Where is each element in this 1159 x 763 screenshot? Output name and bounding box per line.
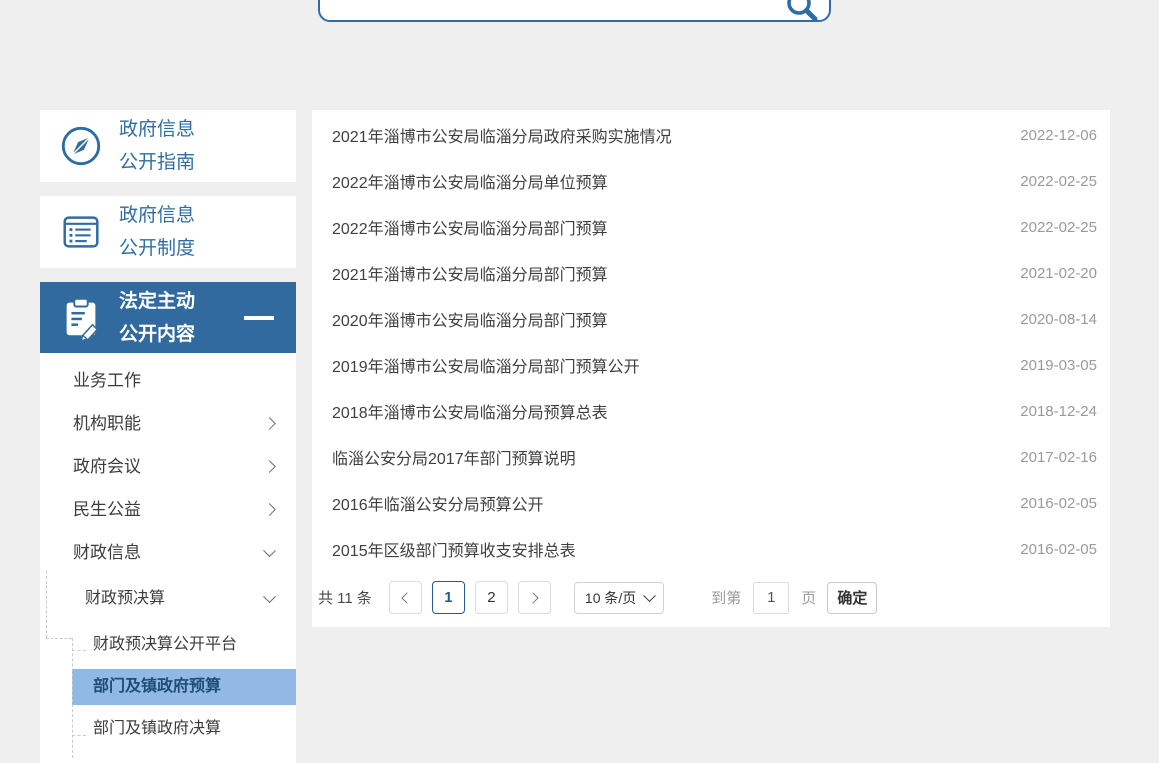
sidebar-item-budget-platform[interactable]: 财政预决算公开平台: [40, 624, 296, 666]
list-item[interactable]: 2016年临淄公安分局预算公开 2016-02-05: [312, 480, 1110, 526]
article-title[interactable]: 2022年淄博市公安局临淄分局部门预算: [332, 215, 608, 239]
page-button-2[interactable]: 2: [475, 581, 508, 614]
article-title[interactable]: 2016年临淄公安分局预算公开: [332, 491, 544, 515]
leaf-label: 部门及镇政府决算: [93, 720, 221, 737]
chevron-left-icon: [401, 592, 412, 603]
sidebar-menu: 业务工作 机构职能 政府会议 民生公益 财政信息 财政预决算 财政预决算公开平台…: [40, 353, 296, 763]
sidebar-item-dept-town-final[interactable]: 部门及镇政府决算: [40, 708, 296, 750]
list-item[interactable]: 2021年淄博市公安局临淄分局政府采购实施情况 2022-12-06: [312, 112, 1110, 158]
article-title[interactable]: 2018年淄博市公安局临淄分局预算总表: [332, 399, 608, 423]
list-item[interactable]: 2018年淄博市公安局临淄分局预算总表 2018-12-24: [312, 388, 1110, 434]
sidebar-card-guide[interactable]: 政府信息 公开指南: [40, 110, 296, 182]
menu-label: 财政信息: [73, 543, 141, 562]
ledger-icon: [58, 209, 104, 255]
article-title[interactable]: 2021年淄博市公安局临淄分局政府采购实施情况: [332, 123, 672, 147]
goto-page-group: 到第 页 确定: [711, 582, 877, 614]
article-date: 2017-02-16: [1020, 449, 1097, 466]
list-item[interactable]: 2022年淄博市公安局临淄分局单位预算 2022-02-25: [312, 158, 1110, 204]
sidebar-item-fiscal-budget-final[interactable]: 财政预决算: [40, 574, 296, 624]
article-date: 2020-08-14: [1020, 311, 1097, 328]
article-title[interactable]: 2022年淄博市公安局临淄分局单位预算: [332, 169, 608, 193]
sidebar-card-legal-disclosure[interactable]: 法定主动 公开内容: [40, 282, 296, 353]
clipboard-pencil-icon: [58, 295, 104, 341]
content-panel: 2021年淄博市公安局临淄分局政府采购实施情况 2022-12-06 2022年…: [312, 110, 1110, 627]
list-item[interactable]: 2019年淄博市公安局临淄分局部门预算公开 2019-03-05: [312, 342, 1110, 388]
sidebar-item-business-work[interactable]: 业务工作: [40, 359, 296, 402]
list-item[interactable]: 2022年淄博市公安局临淄分局部门预算 2022-02-25: [312, 204, 1110, 250]
goto-page-input[interactable]: [753, 582, 789, 614]
pagination-total: 共 11 条: [318, 587, 372, 608]
page-size-value: 10 条/页: [585, 588, 636, 608]
submenu-label: 财政预决算: [85, 590, 165, 607]
sidebar-card-label: 法定主动 公开内容: [119, 285, 195, 351]
prev-page-button[interactable]: [389, 581, 422, 614]
article-date: 2018-12-24: [1020, 403, 1097, 420]
article-date: 2016-02-05: [1020, 541, 1097, 558]
article-date: 2022-02-25: [1020, 219, 1097, 236]
chevron-right-icon: [263, 460, 276, 473]
sidebar: 政府信息 公开指南 政府信息 公开制度: [40, 110, 296, 763]
chevron-down-icon: [263, 590, 276, 603]
article-title[interactable]: 2019年淄博市公安局临淄分局部门预算公开: [332, 353, 640, 377]
chevron-down-icon: [643, 589, 656, 602]
page-button-1[interactable]: 1: [432, 581, 465, 614]
article-date: 2019-03-05: [1020, 357, 1097, 374]
menu-label: 机构职能: [73, 414, 141, 433]
sidebar-item-org-functions[interactable]: 机构职能: [40, 402, 296, 445]
chevron-right-icon: [263, 503, 276, 516]
list-item[interactable]: 临淄公安分局2017年部门预算说明 2017-02-16: [312, 434, 1110, 480]
sidebar-card-label: 政府信息 公开制度: [119, 199, 195, 265]
goto-suffix-label: 页: [801, 587, 816, 608]
list-item[interactable]: 2015年区级部门预算收支安排总表 2016-02-05: [312, 526, 1110, 572]
menu-label: 业务工作: [73, 371, 141, 390]
article-title[interactable]: 2020年淄博市公安局临淄分局部门预算: [332, 307, 608, 331]
article-date: 2022-02-25: [1020, 173, 1097, 190]
menu-label: 政府会议: [73, 457, 141, 476]
sidebar-item-livelihood[interactable]: 民生公益: [40, 488, 296, 531]
sidebar-card-label: 政府信息 公开指南: [119, 113, 195, 179]
compass-icon: [58, 123, 104, 169]
sidebar-item-fiscal-info[interactable]: 财政信息: [40, 531, 296, 574]
search-icon[interactable]: [785, 0, 819, 28]
article-date: 2016-02-05: [1020, 495, 1097, 512]
article-title[interactable]: 临淄公安分局2017年部门预算说明: [332, 445, 576, 469]
sidebar-card-system[interactable]: 政府信息 公开制度: [40, 196, 296, 268]
search-input[interactable]: [334, 0, 774, 21]
article-title[interactable]: 2021年淄博市公安局临淄分局部门预算: [332, 261, 608, 285]
leaf-label: 部门及镇政府预算: [93, 678, 221, 695]
page-size-select[interactable]: 10 条/页: [574, 582, 664, 614]
article-date: 2021-02-20: [1020, 265, 1097, 282]
chevron-down-icon: [263, 544, 276, 557]
article-date: 2022-12-06: [1020, 127, 1097, 144]
article-title[interactable]: 2015年区级部门预算收支安排总表: [332, 537, 576, 561]
goto-prefix-label: 到第: [711, 587, 741, 608]
sidebar-item-gov-meetings[interactable]: 政府会议: [40, 445, 296, 488]
chevron-right-icon: [527, 592, 538, 603]
next-page-button[interactable]: [518, 581, 551, 614]
leaf-label: 财政预决算公开平台: [93, 636, 237, 653]
list-item[interactable]: 2020年淄博市公安局临淄分局部门预算 2020-08-14: [312, 296, 1110, 342]
article-list: 2021年淄博市公安局临淄分局政府采购实施情况 2022-12-06 2022年…: [312, 110, 1110, 572]
collapse-minus-icon[interactable]: [244, 316, 274, 320]
chevron-right-icon: [263, 417, 276, 430]
confirm-button[interactable]: 确定: [827, 582, 877, 614]
menu-label: 民生公益: [73, 500, 141, 519]
sidebar-item-dept-town-budget[interactable]: 部门及镇政府预算: [72, 669, 296, 705]
pagination-bar: 共 11 条 1 2 10 条/页 到第 页 确定: [312, 581, 1110, 614]
search-box[interactable]: [318, 0, 831, 22]
list-item[interactable]: 2021年淄博市公安局临淄分局部门预算 2021-02-20: [312, 250, 1110, 296]
